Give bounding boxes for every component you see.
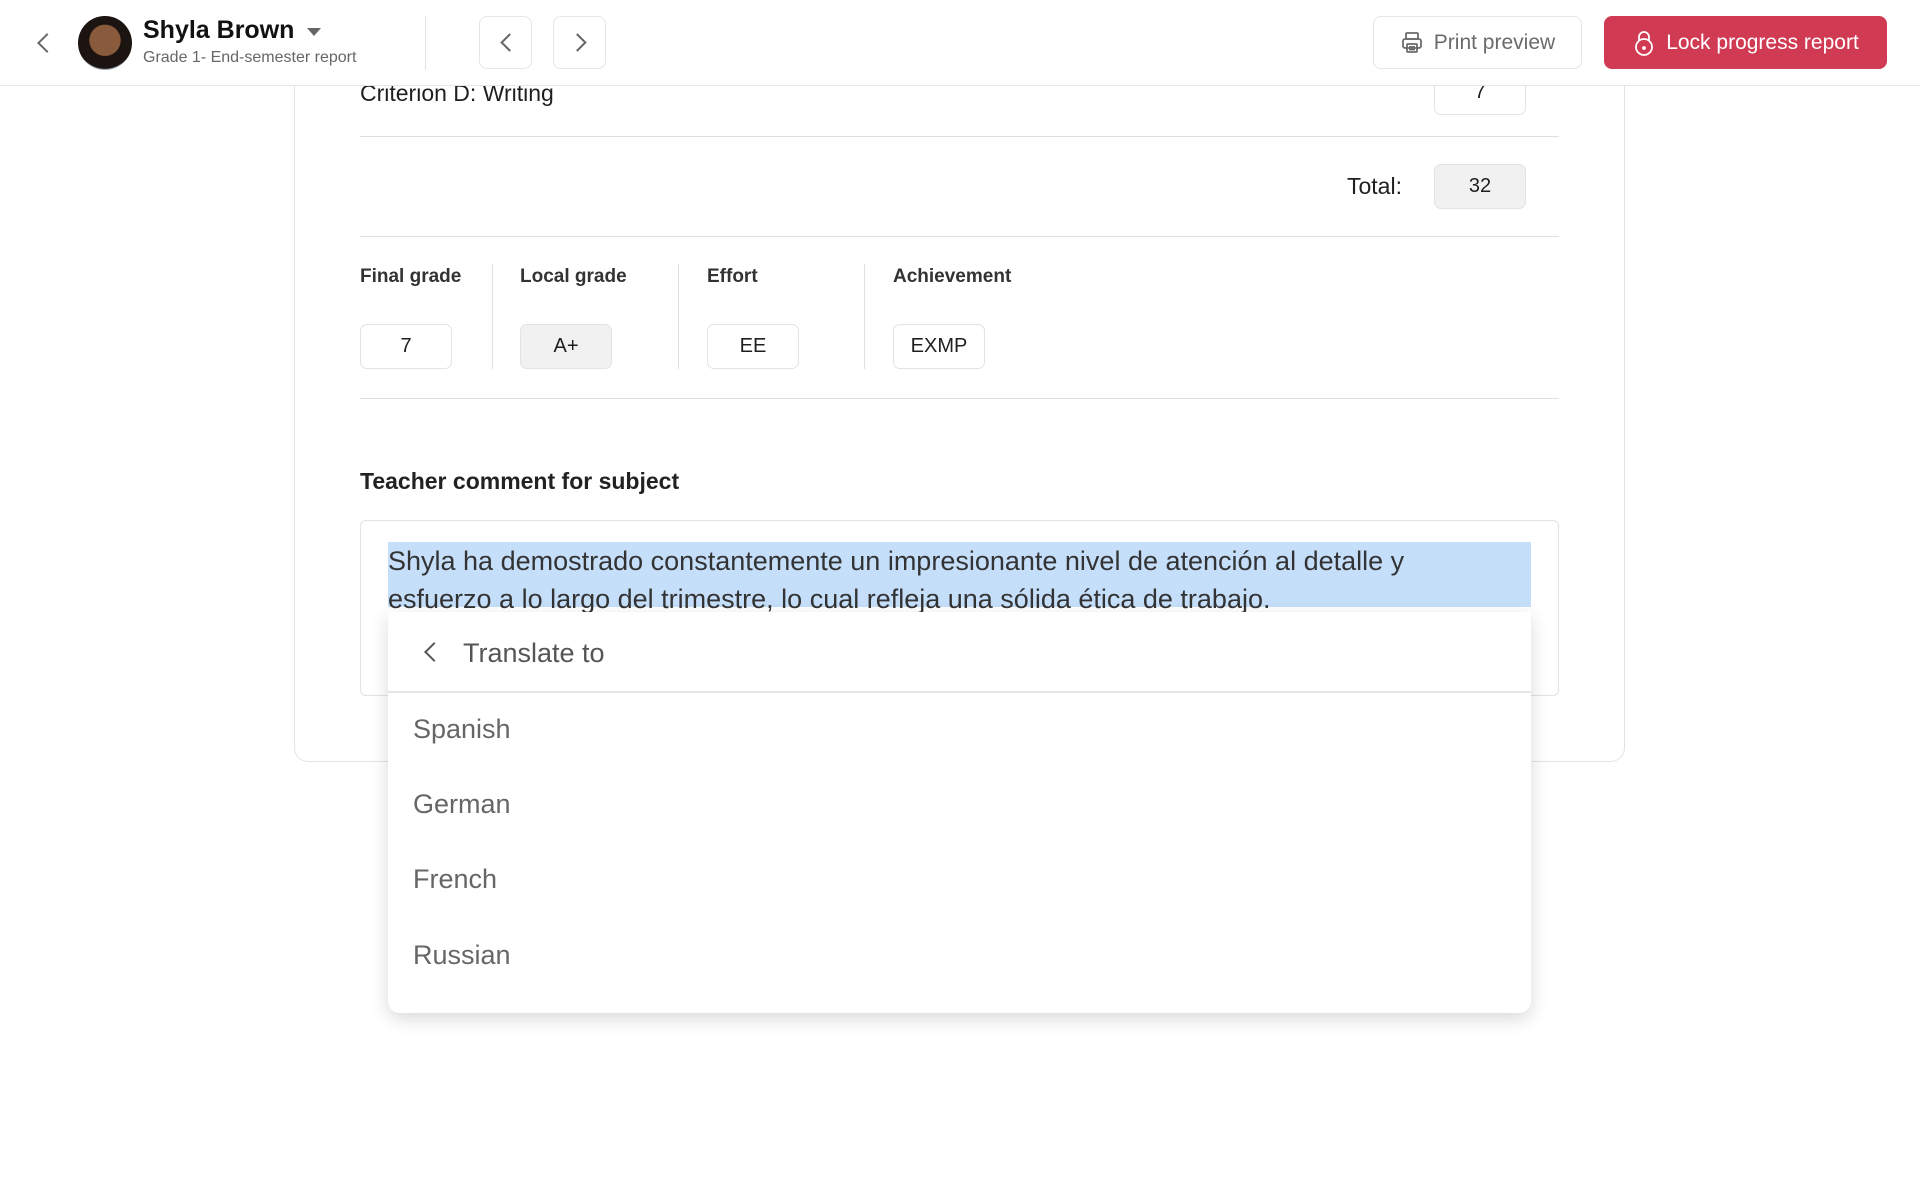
achievement-label: Achievement xyxy=(893,266,1012,287)
local-grade-field: A+ xyxy=(520,324,612,369)
divider xyxy=(360,136,1559,137)
avatar xyxy=(78,16,132,70)
chevron-left-icon xyxy=(37,33,57,53)
divider xyxy=(492,264,493,369)
lock-progress-report-button[interactable]: Lock progress report xyxy=(1604,16,1887,69)
achievement-field[interactable]: EXMP xyxy=(893,324,985,369)
back-button[interactable] xyxy=(30,28,60,58)
menu-item-german[interactable]: German xyxy=(413,789,511,820)
print-preview-label: Print preview xyxy=(1433,30,1556,54)
divider xyxy=(678,264,679,369)
report-subtitle: Grade 1- End-semester report xyxy=(143,49,357,66)
lock-label: Lock progress report xyxy=(1666,30,1859,54)
chevron-right-icon xyxy=(568,33,587,52)
divider xyxy=(425,16,426,70)
total-value: 32 xyxy=(1434,164,1526,209)
menu-item-spanish[interactable]: Spanish xyxy=(413,714,511,745)
printer-icon xyxy=(1401,31,1422,53)
final-grade-label: Final grade xyxy=(360,266,462,287)
next-student-button[interactable] xyxy=(553,16,606,69)
selected-comment-text[interactable]: Shyla ha demostrado constantemente un im… xyxy=(388,542,1531,614)
lock-icon xyxy=(1635,30,1654,56)
divider xyxy=(360,236,1559,237)
final-grade-field[interactable]: 7 xyxy=(360,324,452,369)
menu-item-russian[interactable]: Russian xyxy=(413,940,511,971)
caret-down-icon[interactable] xyxy=(307,28,321,36)
print-preview-button[interactable]: Print preview xyxy=(1373,16,1582,69)
comment-line: Shyla ha demostrado constantemente un im… xyxy=(388,546,1405,576)
translate-menu-header[interactable]: Translate to xyxy=(388,612,1531,693)
menu-item-french[interactable]: French xyxy=(413,864,497,895)
teacher-comment-heading: Teacher comment for subject xyxy=(360,468,680,494)
translate-menu: Translate to Spanish German French Russi… xyxy=(388,612,1531,1013)
previous-student-button[interactable] xyxy=(479,16,532,69)
effort-field[interactable]: EE xyxy=(707,324,799,369)
total-label: Total: xyxy=(1347,173,1402,199)
divider xyxy=(864,264,865,369)
top-bar: Shyla Brown Grade 1- End-semester report… xyxy=(0,0,1920,86)
divider xyxy=(360,398,1559,399)
translate-menu-title: Translate to xyxy=(463,638,605,668)
student-name[interactable]: Shyla Brown xyxy=(143,16,294,45)
chevron-left-icon[interactable] xyxy=(424,642,444,662)
effort-label: Effort xyxy=(707,266,758,287)
local-grade-label: Local grade xyxy=(520,266,627,287)
chevron-left-icon xyxy=(500,33,519,52)
